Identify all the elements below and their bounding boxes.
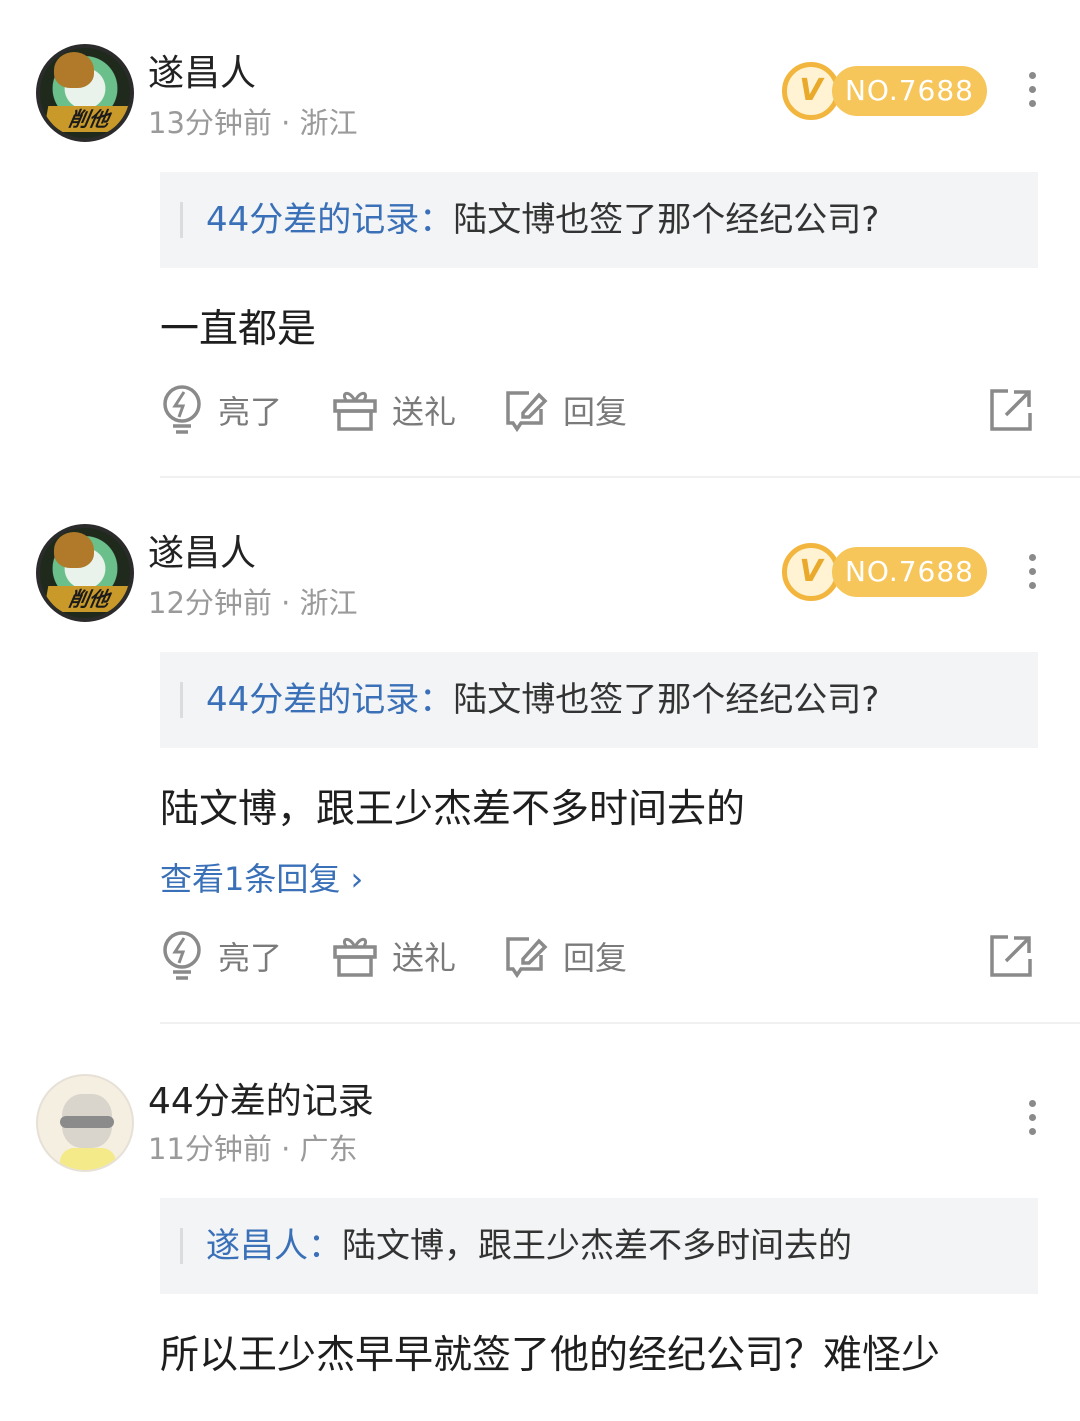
glasses-icon: [60, 1116, 114, 1128]
comment-meta: 12分钟前 · 浙江: [148, 586, 358, 620]
vip-number: NO.7688: [832, 66, 987, 116]
username[interactable]: 遂昌人: [148, 44, 256, 96]
quote-text: 遂昌人：陆文博，跟王少杰差不多时间去的: [206, 1198, 852, 1294]
share-button[interactable]: [988, 380, 1034, 440]
reply-button[interactable]: 回复: [503, 380, 627, 440]
gift-label: 送礼: [392, 939, 457, 977]
more-options-icon[interactable]: [1020, 66, 1044, 114]
username[interactable]: 44分差的记录: [148, 1072, 374, 1124]
divider: [160, 476, 1080, 478]
comment-text: 陆文博，跟王少杰差不多时间去的: [160, 787, 746, 832]
comment-actions: 亮了 送礼 回复: [160, 926, 1040, 986]
comment-actions: 亮了 送礼 回复: [160, 380, 1040, 440]
comment-text: 一直都是: [160, 307, 317, 352]
quote-content: 陆文博，跟王少杰差不多时间去的: [342, 1226, 852, 1266]
vip-badge[interactable]: V NO.7688: [782, 543, 987, 601]
quote-bar: [180, 1228, 183, 1264]
quote-author: 44分差的记录：: [206, 680, 454, 720]
reply-label: 回复: [563, 393, 628, 431]
quote-bar: [180, 682, 183, 718]
quoted-comment[interactable]: 遂昌人：陆文博，跟王少杰差不多时间去的: [160, 1198, 1038, 1294]
like-button[interactable]: 亮了: [160, 380, 282, 440]
team-badge: 削他: [43, 106, 130, 132]
share-button[interactable]: [988, 926, 1034, 986]
quote-content: 陆文博也签了那个经纪公司?: [453, 200, 880, 240]
more-options-icon[interactable]: [1020, 1094, 1044, 1142]
edit-icon: [506, 937, 548, 979]
reply-label: 回复: [563, 939, 628, 977]
share-icon: [990, 935, 1032, 977]
comment-text: 所以王少杰早早就签了他的经纪公司？难怪少: [160, 1333, 941, 1378]
shirt-shape: [60, 1148, 116, 1170]
like-label: 亮了: [218, 393, 283, 431]
like-label: 亮了: [218, 939, 283, 977]
bottom-fade: [0, 1385, 1080, 1421]
quoted-comment[interactable]: 44分差的记录：陆文博也签了那个经纪公司?: [160, 172, 1038, 268]
quote-text: 44分差的记录：陆文博也签了那个经纪公司?: [206, 652, 879, 748]
username[interactable]: 遂昌人: [148, 524, 256, 576]
avatar[interactable]: 削他: [36, 524, 134, 622]
quote-author: 遂昌人：: [206, 1226, 342, 1266]
divider: [160, 1022, 1080, 1024]
view-replies-link[interactable]: 查看1条回复 ›: [160, 854, 363, 900]
avatar[interactable]: [36, 1074, 134, 1172]
vip-number: NO.7688: [832, 547, 987, 597]
vip-badge[interactable]: V NO.7688: [782, 62, 987, 120]
quote-text: 44分差的记录：陆文博也签了那个经纪公司?: [206, 172, 879, 268]
quoted-comment[interactable]: 44分差的记录：陆文博也签了那个经纪公司?: [160, 652, 1038, 748]
team-badge: 削他: [43, 586, 130, 612]
reply-button[interactable]: 回复: [503, 926, 627, 986]
more-options-icon[interactable]: [1020, 548, 1044, 596]
lightbulb-icon: [163, 931, 201, 980]
quote-bar: [180, 202, 183, 238]
gift-icon: [333, 391, 377, 431]
panther-mascot-icon: [54, 532, 94, 568]
share-icon: [990, 389, 1032, 431]
like-button[interactable]: 亮了: [160, 926, 282, 986]
quote-content: 陆文博也签了那个经纪公司?: [453, 680, 880, 720]
gift-icon: [333, 937, 377, 977]
comment-meta: 13分钟前 · 浙江: [148, 106, 358, 140]
gift-button[interactable]: 送礼: [332, 380, 456, 440]
gift-button[interactable]: 送礼: [332, 926, 456, 986]
gift-label: 送礼: [392, 393, 457, 431]
lightbulb-icon: [163, 385, 201, 434]
panther-mascot-icon: [54, 52, 94, 88]
edit-icon: [506, 391, 548, 433]
comment-meta: 11分钟前 · 广东: [148, 1132, 358, 1166]
avatar[interactable]: 削他: [36, 44, 134, 142]
quote-author: 44分差的记录：: [206, 200, 454, 240]
